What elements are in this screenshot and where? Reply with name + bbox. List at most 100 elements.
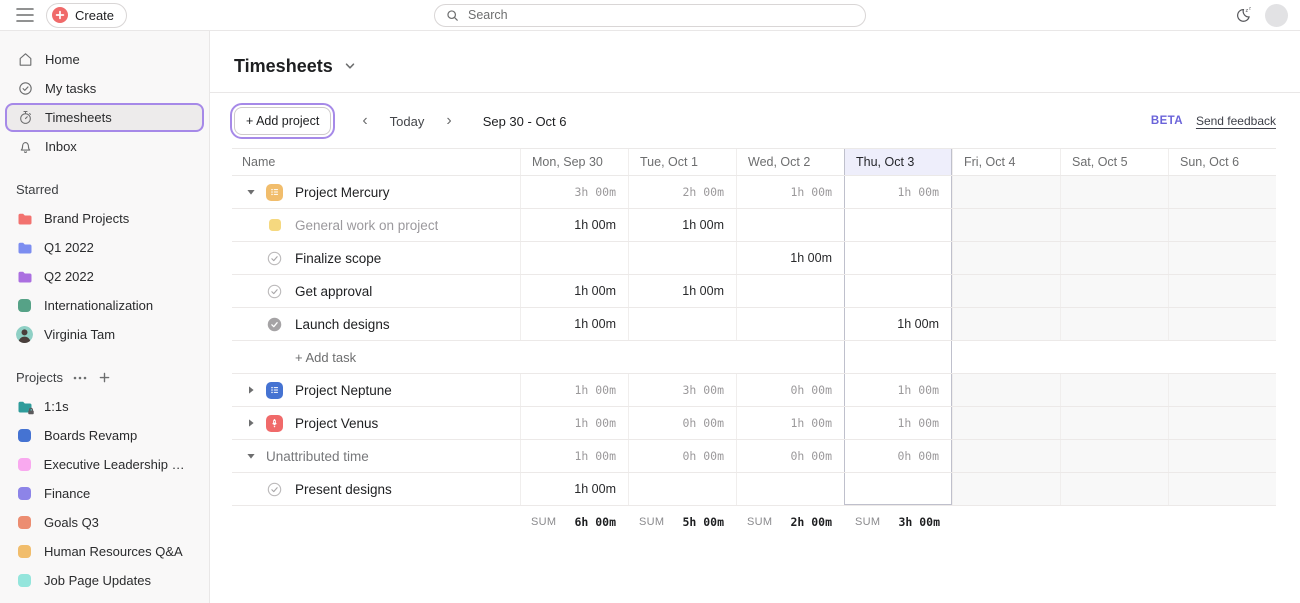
time-cell[interactable] xyxy=(1060,209,1168,241)
time-cell[interactable] xyxy=(952,176,1060,208)
time-cell[interactable]: 1h 00m xyxy=(520,374,628,406)
time-cell[interactable]: 0h 00m xyxy=(736,440,844,472)
time-cell[interactable] xyxy=(1060,275,1168,307)
time-cell[interactable]: 1h 00m xyxy=(520,473,628,505)
time-cell[interactable] xyxy=(1168,440,1276,472)
project-item-boards-revamp[interactable]: Boards Revamp xyxy=(0,421,209,450)
time-cell[interactable] xyxy=(844,209,952,241)
search-bar[interactable] xyxy=(434,4,866,27)
day-column-header-mon-sep-30[interactable]: Mon, Sep 30 xyxy=(520,149,628,175)
day-column-header-tue-oct-1[interactable]: Tue, Oct 1 xyxy=(628,149,736,175)
time-cell[interactable] xyxy=(952,242,1060,274)
time-cell[interactable] xyxy=(952,308,1060,340)
time-cell[interactable] xyxy=(1060,341,1168,373)
time-cell[interactable]: 1h 00m xyxy=(628,275,736,307)
day-column-header-wed-oct-2[interactable]: Wed, Oct 2 xyxy=(736,149,844,175)
time-cell[interactable] xyxy=(520,242,628,274)
time-cell[interactable]: 2h 00m xyxy=(628,176,736,208)
time-cell[interactable] xyxy=(1060,407,1168,439)
sidebar-item-home[interactable]: Home xyxy=(0,45,209,74)
add-project-plus-icon[interactable] xyxy=(99,372,110,383)
day-column-header-sat-oct-5[interactable]: Sat, Oct 5 xyxy=(1060,149,1168,175)
time-cell[interactable]: 1h 00m xyxy=(736,242,844,274)
row-name-cell[interactable]: Get approval xyxy=(232,275,520,307)
day-column-header-fri-oct-4[interactable]: Fri, Oct 4 xyxy=(952,149,1060,175)
task-completed-icon[interactable] xyxy=(266,317,283,332)
time-cell[interactable] xyxy=(736,209,844,241)
time-cell[interactable] xyxy=(736,275,844,307)
projects-section-header[interactable]: Projects xyxy=(0,363,209,392)
row-name-cell[interactable]: Project Venus xyxy=(232,407,520,439)
time-cell[interactable] xyxy=(520,341,628,373)
starred-item-q1-2022[interactable]: Q1 2022 xyxy=(0,233,209,262)
time-cell[interactable] xyxy=(952,341,1060,373)
time-cell[interactable] xyxy=(952,440,1060,472)
time-cell[interactable] xyxy=(952,407,1060,439)
time-cell[interactable]: 1h 00m xyxy=(844,176,952,208)
send-feedback-link[interactable]: Send feedback xyxy=(1196,114,1276,128)
hamburger-menu-icon[interactable] xyxy=(12,3,38,27)
time-cell[interactable] xyxy=(1060,242,1168,274)
time-cell[interactable] xyxy=(844,242,952,274)
time-cell[interactable]: 1h 00m xyxy=(628,209,736,241)
time-cell[interactable] xyxy=(736,341,844,373)
starred-item-brand-projects[interactable]: Brand Projects xyxy=(0,204,209,233)
time-cell[interactable] xyxy=(1168,407,1276,439)
time-cell[interactable] xyxy=(1168,473,1276,505)
row-name-cell[interactable]: Unattributed time xyxy=(232,440,520,472)
do-not-disturb-moon-icon[interactable]: zz xyxy=(1233,5,1253,25)
collapse-chevron-icon[interactable] xyxy=(242,187,259,197)
project-item-1-1s[interactable]: 1:1s xyxy=(0,392,209,421)
starred-section-header[interactable]: Starred xyxy=(0,175,209,204)
next-week-chevron-icon[interactable]: › xyxy=(443,111,454,131)
time-cell[interactable]: 0h 00m xyxy=(628,407,736,439)
time-cell[interactable] xyxy=(1060,176,1168,208)
project-item-goals-q3[interactable]: Goals Q3 xyxy=(0,508,209,537)
time-cell[interactable] xyxy=(1168,341,1276,373)
time-cell[interactable] xyxy=(1168,176,1276,208)
project-item-job-page-updates[interactable]: Job Page Updates xyxy=(0,566,209,595)
row-name-cell[interactable]: + Add task xyxy=(232,341,520,373)
project-item-human-resources-q-a[interactable]: Human Resources Q&A xyxy=(0,537,209,566)
time-cell[interactable]: 1h 00m xyxy=(844,407,952,439)
time-cell[interactable] xyxy=(844,473,952,505)
add-project-button[interactable]: + Add project xyxy=(234,107,331,135)
starred-item-internationalization[interactable]: Internationalization xyxy=(0,291,209,320)
task-check-circle-icon[interactable] xyxy=(266,482,283,497)
time-cell[interactable] xyxy=(628,308,736,340)
time-cell[interactable] xyxy=(628,242,736,274)
row-name-cell[interactable]: Present designs xyxy=(232,473,520,505)
project-item-executive-leadership-gr[interactable]: Executive Leadership Gr... xyxy=(0,450,209,479)
time-cell[interactable] xyxy=(952,374,1060,406)
time-cell[interactable]: 3h 00m xyxy=(628,374,736,406)
time-cell[interactable] xyxy=(628,341,736,373)
today-button[interactable]: Today xyxy=(390,114,425,129)
time-cell[interactable] xyxy=(1168,242,1276,274)
time-cell[interactable] xyxy=(1060,473,1168,505)
time-cell[interactable] xyxy=(1060,374,1168,406)
time-cell[interactable] xyxy=(1168,308,1276,340)
starred-item-virginia-tam[interactable]: Virginia Tam xyxy=(0,320,209,349)
time-cell[interactable] xyxy=(844,341,952,373)
time-cell[interactable]: 0h 00m xyxy=(844,440,952,472)
time-cell[interactable] xyxy=(1060,308,1168,340)
time-cell[interactable]: 1h 00m xyxy=(736,176,844,208)
project-item-finance[interactable]: Finance xyxy=(0,479,209,508)
time-cell[interactable]: 1h 00m xyxy=(520,440,628,472)
row-name-cell[interactable]: Finalize scope xyxy=(232,242,520,274)
time-cell[interactable]: 3h 00m xyxy=(520,176,628,208)
time-cell[interactable] xyxy=(952,209,1060,241)
time-cell[interactable] xyxy=(844,275,952,307)
collapse-chevron-icon[interactable] xyxy=(242,451,259,461)
add-task-button[interactable]: + Add task xyxy=(295,350,356,365)
time-cell[interactable] xyxy=(1060,440,1168,472)
task-check-circle-icon[interactable] xyxy=(266,251,283,266)
row-name-cell[interactable]: Launch designs xyxy=(232,308,520,340)
sidebar-item-timesheets[interactable]: Timesheets xyxy=(5,103,204,132)
time-cell[interactable]: 1h 00m xyxy=(520,308,628,340)
projects-more-icon[interactable] xyxy=(73,376,87,380)
expand-chevron-icon[interactable] xyxy=(242,418,259,428)
time-cell[interactable]: 1h 00m xyxy=(520,407,628,439)
time-cell[interactable] xyxy=(952,473,1060,505)
user-avatar[interactable] xyxy=(1265,4,1288,27)
